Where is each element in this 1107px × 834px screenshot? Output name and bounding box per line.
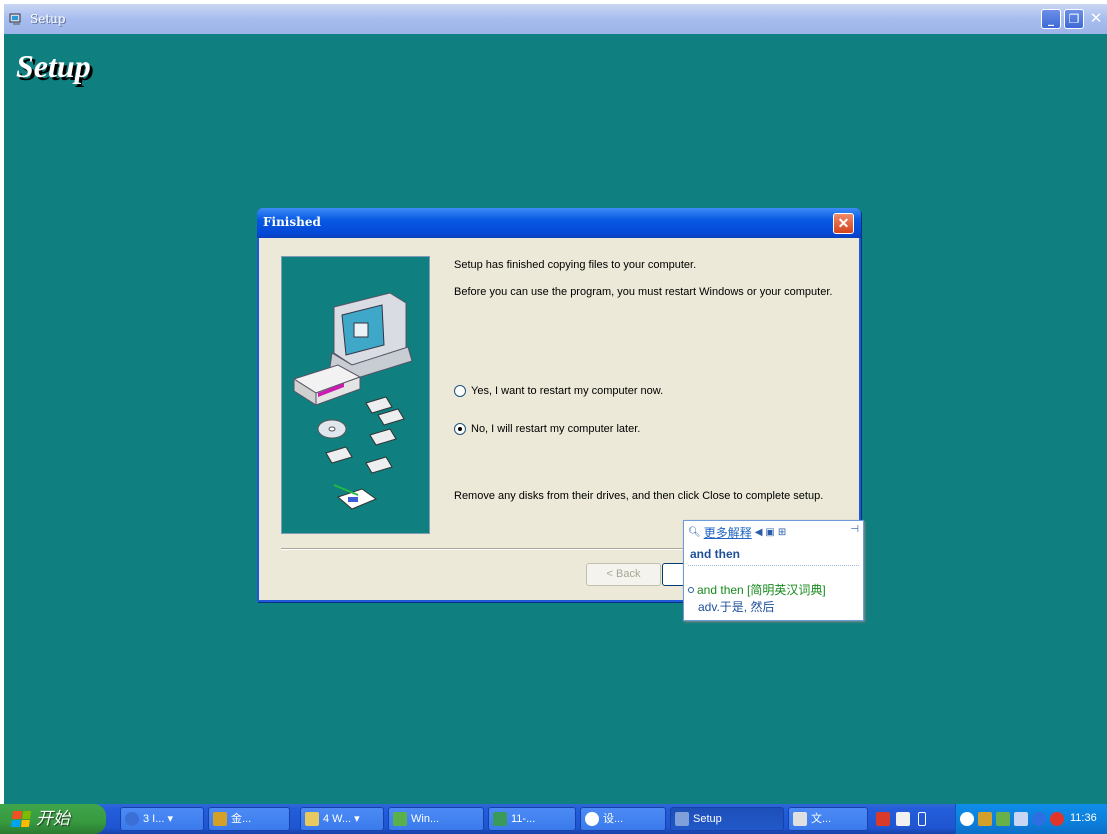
- setup-illustration: [281, 256, 430, 534]
- windows-flag-icon: [10, 811, 32, 827]
- taskbar-item-label: Setup: [693, 813, 722, 825]
- setup-heading: Setup: [16, 48, 91, 84]
- taskbar-item[interactable]: 11-...: [488, 807, 576, 831]
- taskbar-item-label: 文...: [811, 813, 832, 825]
- add-icon[interactable]: ⊞: [778, 527, 786, 538]
- group-arrow-icon: ▾: [351, 813, 360, 825]
- help-icon[interactable]: [896, 812, 910, 826]
- app-icon: [493, 812, 507, 826]
- remove-disks-message: Remove any disks from their drives, and …: [454, 490, 824, 502]
- radio-button[interactable]: [454, 385, 466, 397]
- finished-message: Setup has finished copying files to your…: [454, 259, 697, 271]
- dictionary-entry-text: and then [简明英汉词典]: [697, 583, 826, 597]
- dictionary-definition: adv.于是, 然后: [698, 600, 775, 614]
- start-label: 开始: [36, 809, 70, 828]
- radio-button-selected[interactable]: [454, 423, 466, 435]
- radio-restart-later[interactable]: No, I will restart my computer later.: [454, 423, 640, 435]
- start-button[interactable]: 开始: [0, 804, 106, 834]
- group-arrow-icon: ▾: [164, 813, 173, 825]
- dialog-titlebar[interactable]: Finished ✕: [257, 208, 861, 238]
- taskbar-item-label: 3 I...: [143, 813, 165, 825]
- ie-icon: [125, 812, 139, 826]
- restore-button[interactable]: ❐: [1064, 9, 1084, 29]
- window-title: Setup: [30, 12, 66, 26]
- folder-icon: [305, 812, 319, 826]
- dictionary-toolbar: 🔍︎ 更多解释 ◀︎ ▣ ⊞: [688, 525, 786, 540]
- info-icon[interactable]: [1032, 812, 1046, 826]
- taskbar-item-setup[interactable]: Setup: [670, 807, 784, 831]
- speaker-icon[interactable]: ◀︎: [755, 527, 763, 538]
- pin-icon[interactable]: ⊣: [850, 524, 859, 535]
- radio-label: Yes, I want to restart my computer now.: [471, 385, 664, 397]
- dictionary-divider: [688, 565, 859, 566]
- security-icon[interactable]: [1050, 812, 1064, 826]
- clock: 11:36: [1070, 812, 1097, 824]
- dialog-close-button[interactable]: ✕: [833, 213, 854, 234]
- taskbar-item[interactable]: Win...: [388, 807, 484, 831]
- taskbar-item-label: Win...: [411, 813, 440, 825]
- radio-restart-now[interactable]: Yes, I want to restart my computer now.: [454, 385, 663, 397]
- tray-app-icon[interactable]: [1014, 812, 1028, 826]
- taskbar-item[interactable]: 金...: [208, 807, 290, 831]
- chevron-left-icon[interactable]: [960, 812, 974, 826]
- more-definitions-link[interactable]: 更多解释: [704, 524, 752, 541]
- search-icon[interactable]: 🔍︎: [688, 527, 701, 538]
- bullet-icon: [688, 586, 694, 593]
- minimize-button[interactable]: _: [1041, 9, 1061, 29]
- dictionary-word: and then: [690, 547, 740, 561]
- taskbar-item-label: 11-...: [511, 813, 536, 825]
- language-icon[interactable]: [918, 812, 926, 826]
- window-titlebar[interactable]: Setup _ ❐ ✕: [4, 4, 1107, 34]
- taskbar-item-label: 4 W...: [323, 813, 352, 825]
- taskbar: 开始 3 I... ▾ 金... 4 W... ▾ Win... 11-... …: [0, 804, 1107, 834]
- add-app-icon[interactable]: [876, 812, 890, 826]
- taskbar-item[interactable]: 设...: [580, 807, 666, 831]
- taskbar-item-label: 设...: [603, 813, 624, 825]
- back-button[interactable]: < Back: [586, 563, 661, 586]
- dictionary-entry: and then [简明英汉词典]: [688, 581, 826, 598]
- settings-icon: [585, 812, 599, 826]
- taskbar-item[interactable]: 4 W... ▾: [300, 807, 384, 831]
- setup-app-icon: [8, 11, 24, 27]
- tray-app-icon[interactable]: [978, 812, 992, 826]
- taskbar-item[interactable]: 文...: [788, 807, 868, 831]
- taskbar-item[interactable]: 3 I... ▾: [120, 807, 204, 831]
- radio-label: No, I will restart my computer later.: [471, 423, 641, 435]
- restart-message: Before you can use the program, you must…: [454, 286, 833, 298]
- taskbar-item-label: 金...: [231, 813, 252, 825]
- copy-icon[interactable]: ▣: [765, 527, 774, 538]
- network-icon[interactable]: [996, 812, 1010, 826]
- app-icon: [393, 812, 407, 826]
- app-icon: [213, 812, 227, 826]
- document-pen-icon: [333, 484, 378, 510]
- window-close-button[interactable]: ✕: [1087, 9, 1105, 29]
- dialog-title: Finished: [263, 215, 321, 229]
- setup-app-icon: [675, 812, 689, 826]
- document-icon: [793, 812, 807, 826]
- cd-icon: [317, 419, 347, 439]
- dictionary-popup: 🔍︎ 更多解释 ◀︎ ▣ ⊞ ⊣ and then and then [简明英汉…: [683, 520, 864, 621]
- computer-icon: [329, 292, 413, 380]
